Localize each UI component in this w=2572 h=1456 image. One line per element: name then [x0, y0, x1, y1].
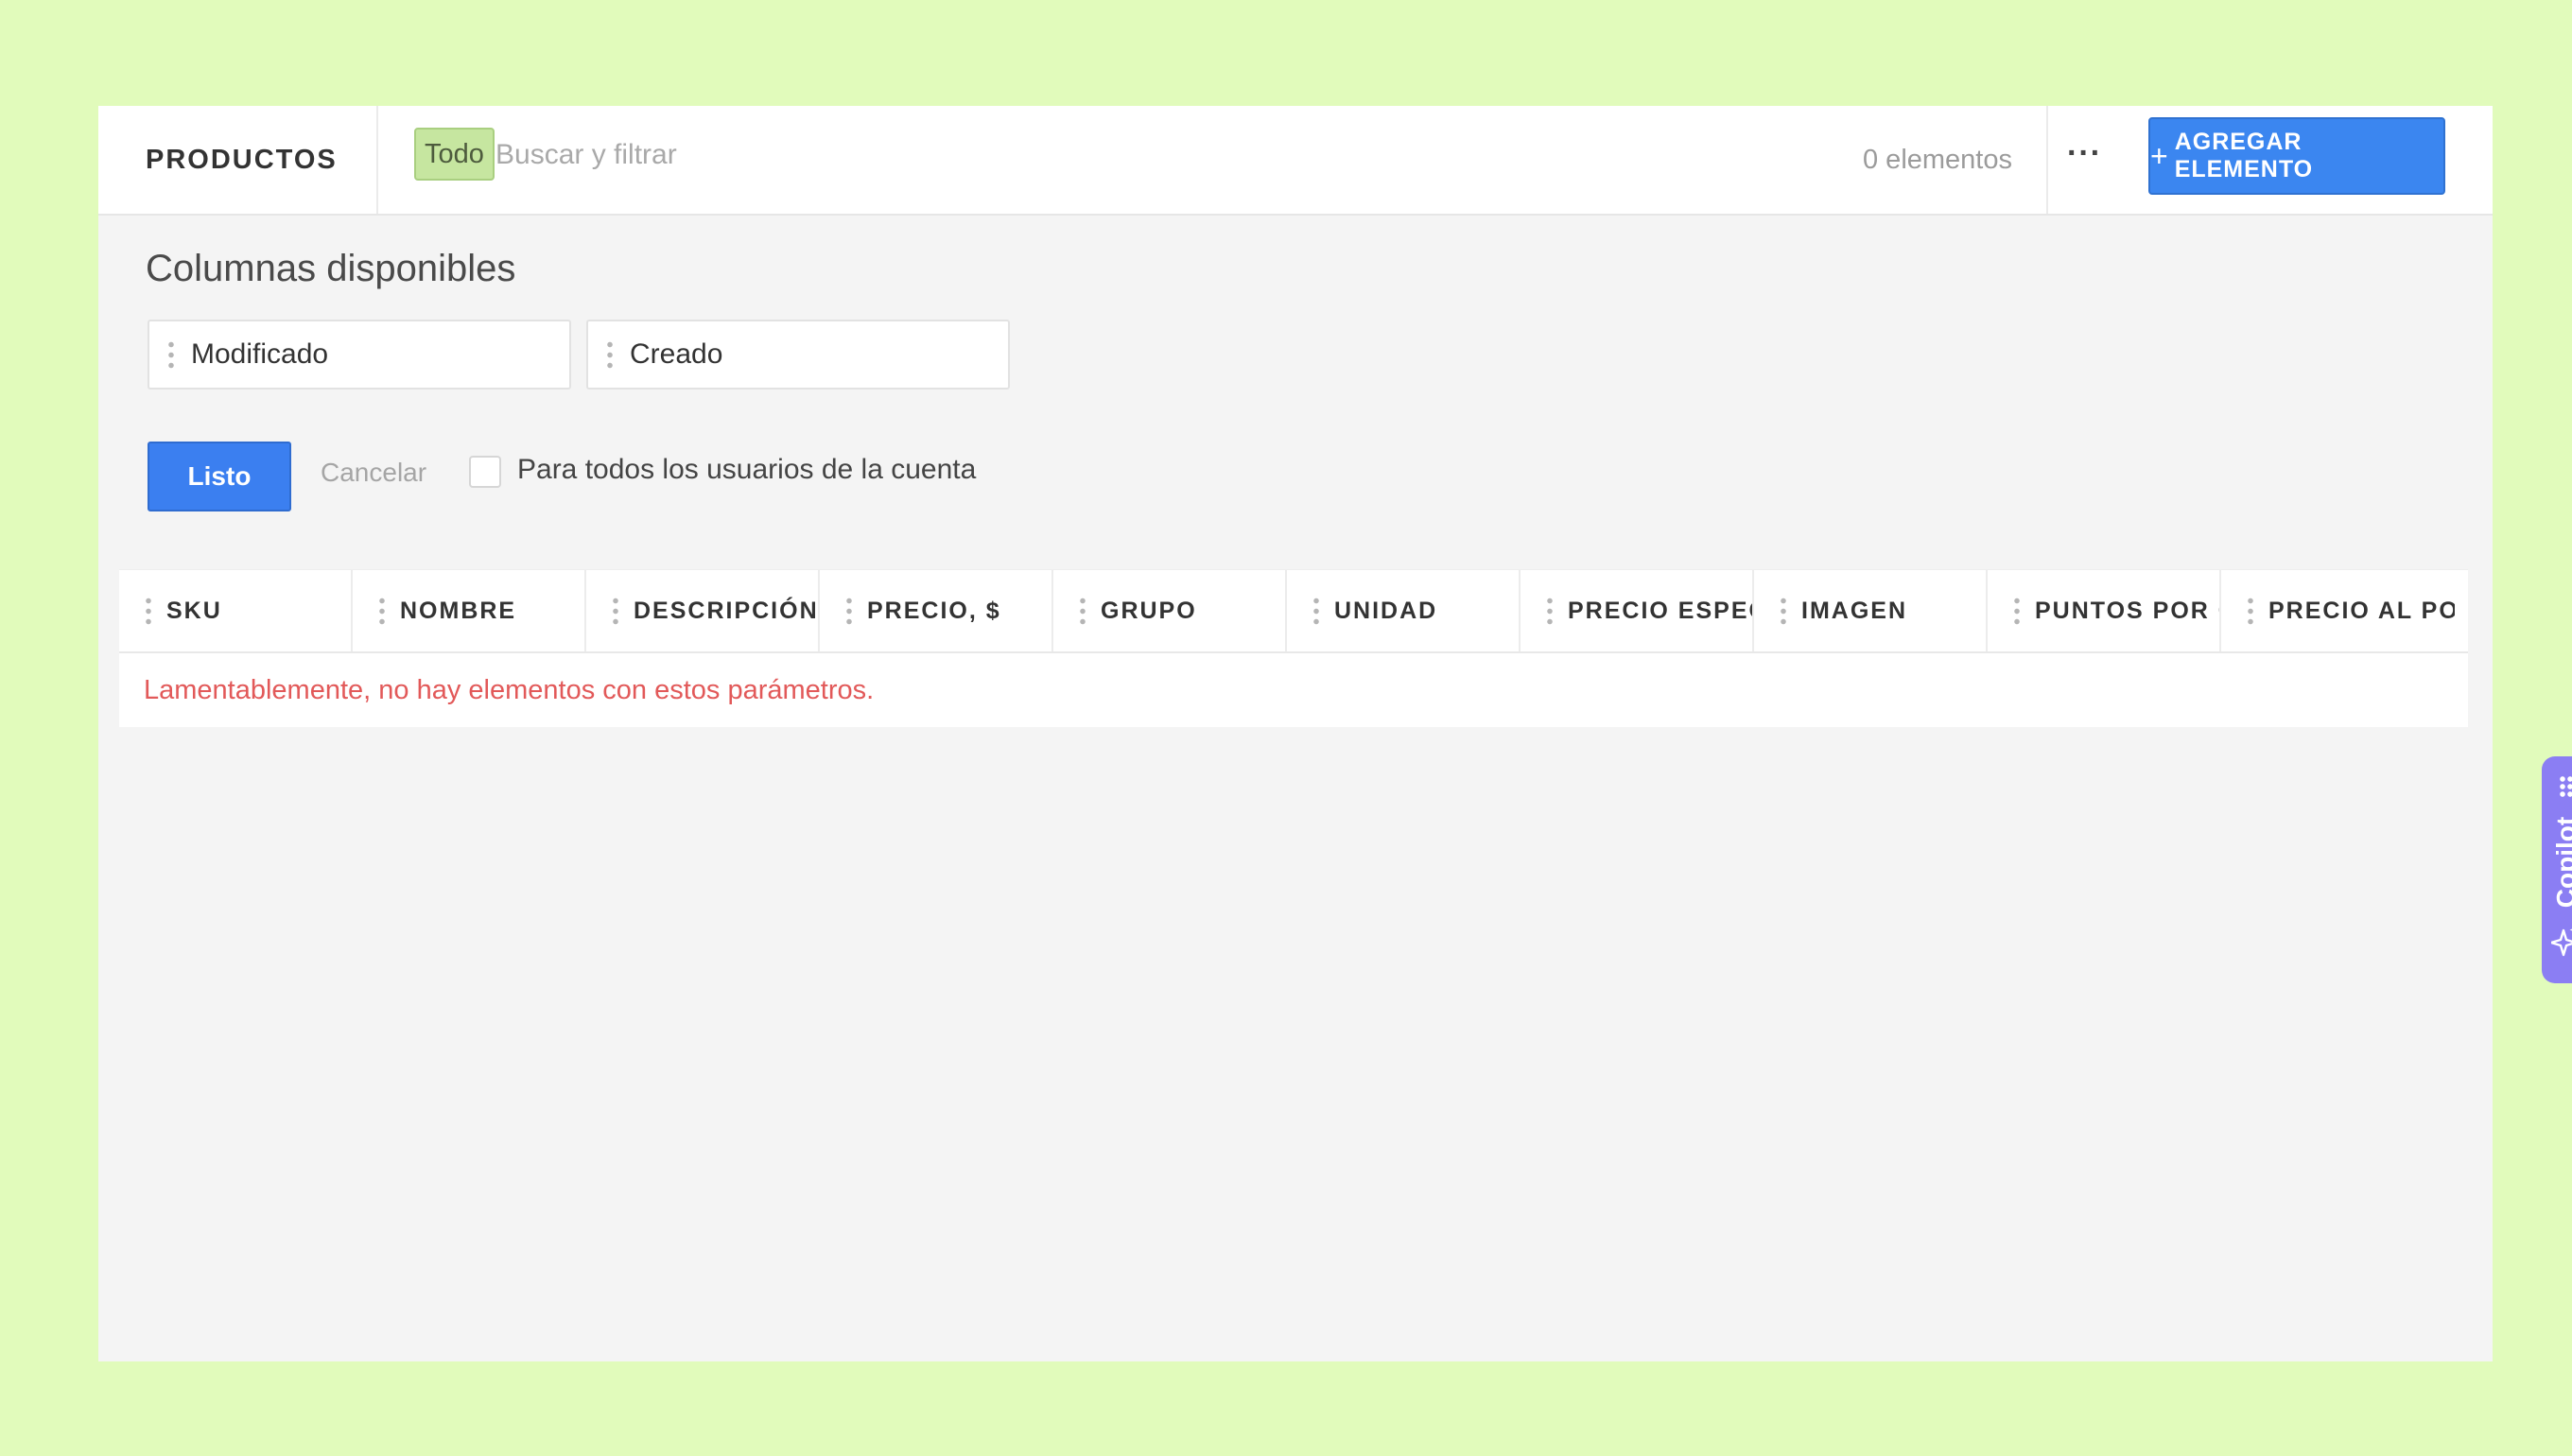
- drag-handle-icon[interactable]: [168, 339, 174, 370]
- column-header[interactable]: UNIDAD: [1287, 570, 1521, 651]
- column-header[interactable]: PRECIO, $: [820, 570, 1053, 651]
- search-input[interactable]: [494, 129, 1348, 182]
- column-header-label: UNIDAD: [1334, 597, 1438, 624]
- drag-handle-icon[interactable]: [2014, 596, 2020, 626]
- column-header-label: NOMBRE: [400, 597, 517, 624]
- column-header-label: DESCRIPCIÓN: [634, 597, 819, 624]
- column-header-label: PRECIO AL POR MAYOR: [2268, 597, 2455, 624]
- header-divider: [2046, 106, 2048, 214]
- copilot-label: Copilot: [2551, 816, 2572, 909]
- column-header-label: PRECIO, $: [867, 597, 1001, 624]
- plus-icon: +: [2150, 138, 2169, 173]
- table-header: SKU NOMBRE DESCRIPCIÓN PRECIO, $ GRUPO U…: [119, 569, 2468, 653]
- available-columns-title: Columnas disponibles: [146, 248, 516, 289]
- available-column-chip[interactable]: Modificado: [148, 320, 571, 390]
- drag-handle-icon[interactable]: [2248, 596, 2253, 626]
- drag-handle-icon[interactable]: [1781, 596, 1786, 626]
- drag-handle-icon[interactable]: [613, 596, 618, 626]
- drag-handle-icon[interactable]: [1547, 596, 1553, 626]
- sparkle-icon: [2551, 928, 2572, 957]
- column-header[interactable]: PRECIO ESPECIAL: [1521, 570, 1754, 651]
- chip-label: Creado: [630, 338, 723, 370]
- all-users-checkbox[interactable]: [469, 456, 501, 488]
- column-header[interactable]: PRECIO AL POR MAYOR: [2221, 570, 2455, 651]
- filter-tag-all[interactable]: Todo: [414, 128, 495, 181]
- add-item-button[interactable]: + AGREGAR ELEMENTO: [2148, 117, 2445, 195]
- empty-state-message: Lamentablemente, no hay elementos con es…: [119, 653, 2468, 727]
- column-header-label: SKU: [166, 597, 222, 624]
- all-users-checkbox-label: Para todos los usuarios de la cuenta: [517, 454, 977, 485]
- app-window: PRODUCTOS Todo 0 elementos ··· + AGREGAR…: [69, 106, 2572, 1361]
- page-title: PRODUCTOS: [146, 145, 338, 175]
- column-header[interactable]: PUNTOS POR COMPRA: [1988, 570, 2221, 651]
- drag-handle-icon[interactable]: [1080, 596, 1086, 626]
- column-header-label: GRUPO: [1101, 597, 1197, 624]
- header-divider: [376, 106, 378, 214]
- drag-handle-icon[interactable]: [607, 339, 613, 370]
- column-header-label: IMAGEN: [1801, 597, 1907, 624]
- top-bar: PRODUCTOS Todo 0 elementos ··· + AGREGAR…: [98, 106, 2493, 216]
- column-header-label: PUNTOS POR COMPRA: [2035, 597, 2219, 624]
- done-button[interactable]: Listo: [148, 442, 291, 511]
- add-item-label: AGREGAR ELEMENTO: [2174, 129, 2314, 182]
- chip-label: Modificado: [191, 338, 329, 370]
- drag-handle-icon[interactable]: [2559, 775, 2572, 798]
- drag-handle-icon[interactable]: [146, 596, 151, 626]
- more-options-button[interactable]: ···: [2067, 106, 2102, 214]
- column-header-label: PRECIO ESPECIAL: [1568, 597, 1752, 624]
- products-table: SKU NOMBRE DESCRIPCIÓN PRECIO, $ GRUPO U…: [119, 569, 2468, 727]
- items-count: 0 elementos: [1863, 145, 2012, 175]
- drag-handle-icon[interactable]: [1313, 596, 1319, 626]
- copilot-tab[interactable]: Copilot: [2542, 756, 2572, 983]
- column-header[interactable]: IMAGEN: [1754, 570, 1988, 651]
- drag-handle-icon[interactable]: [846, 596, 852, 626]
- column-header[interactable]: SKU: [119, 570, 353, 651]
- column-header[interactable]: DESCRIPCIÓN: [586, 570, 820, 651]
- drag-handle-icon[interactable]: [379, 596, 385, 626]
- column-header[interactable]: NOMBRE: [353, 570, 586, 651]
- available-column-chip[interactable]: Creado: [586, 320, 1010, 390]
- column-header[interactable]: GRUPO: [1053, 570, 1287, 651]
